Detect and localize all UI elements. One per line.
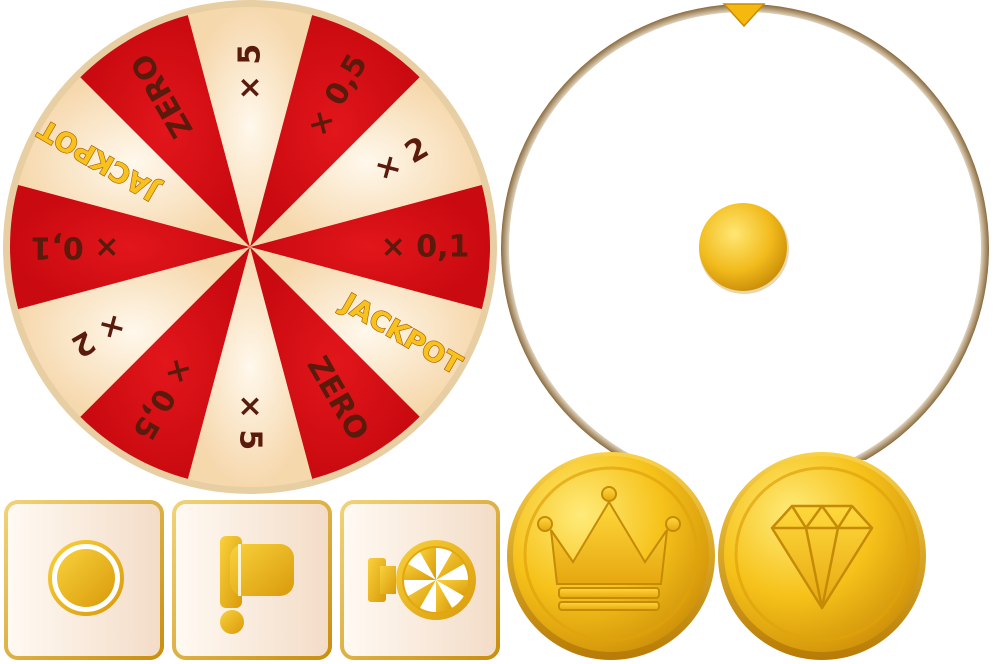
wheel-segment-label: × 0,1 bbox=[31, 230, 120, 265]
lever-button[interactable] bbox=[172, 500, 332, 660]
spin-button[interactable] bbox=[340, 500, 500, 660]
diamond-coin[interactable] bbox=[714, 448, 930, 664]
wheel-segment-label: × 5 bbox=[233, 44, 268, 100]
coin-button[interactable] bbox=[4, 500, 164, 660]
gold-hub-icon[interactable] bbox=[699, 203, 787, 291]
coin-icon bbox=[48, 540, 124, 616]
wheel-segment-label: × 5 bbox=[233, 394, 268, 450]
prize-wheel[interactable]: × 0,1JACKPOTZERO× 5× 0,5× 2× 0,1JACKPOTZ… bbox=[0, 0, 500, 500]
wheel-ring-frame bbox=[501, 3, 989, 460]
wheel-segment-label: × 0,1 bbox=[381, 230, 470, 265]
crown-coin[interactable] bbox=[503, 448, 719, 664]
